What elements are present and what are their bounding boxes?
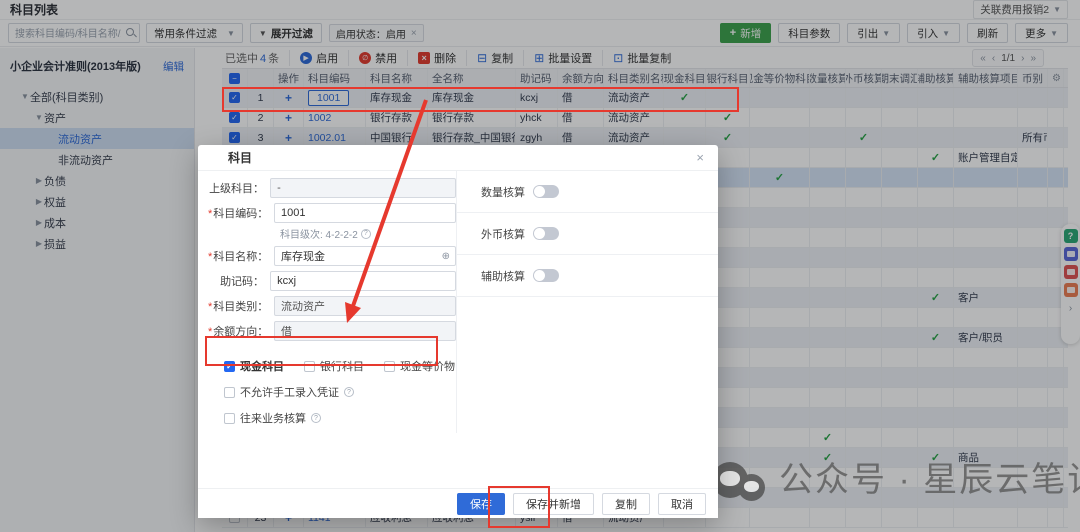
checkbox-银行科目[interactable]: 银行科目 [304,358,364,374]
toggle-knob [534,270,545,281]
button-取消[interactable]: 取消 [658,493,706,515]
toggle-switch[interactable] [533,269,559,282]
field-input-上级科目: - [270,178,456,198]
checkbox-往来业务核算[interactable]: 往来业务核算? [224,410,456,426]
field-input-余额方向: 借 [274,321,456,341]
checkbox-icon[interactable]: ✓ [224,361,235,372]
field-label: 助记码： [208,273,270,289]
field-label: 上级科目： [208,180,270,196]
field-input-科目类别: 流动资产 [274,296,456,316]
required-asterisk: * [208,301,212,313]
button-复制[interactable]: 复制 [602,493,650,515]
help-circle-icon[interactable]: ? [344,387,354,397]
modal-title: 科目 [228,149,252,166]
subject-modal: 科目 × 上级科目：- *科目编码：1001 科目级次: 4-2-2-2? *科目名称… [198,145,718,518]
toggle-switch[interactable] [533,185,559,198]
toggle-label: 数量核算 [481,184,525,200]
checkbox-不允许手工录入凭证[interactable]: 不允许手工录入凭证? [224,384,456,400]
required-asterisk: * [208,251,212,263]
field-input-助记码[interactable]: kcxj [270,271,456,291]
help-circle-icon[interactable]: ? [311,413,321,423]
save-button[interactable]: 保存 [457,493,505,515]
toggle-section-数量核算: 数量核算 [457,171,718,213]
checkbox-现金科目[interactable]: ✓ 现金科目 [224,358,284,374]
checkbox-label: 往来业务核算 [240,410,306,426]
checkbox-label: 现金等价物 [400,358,455,374]
toggle-section-外币核算: 外币核算 [457,213,718,255]
checkbox-icon[interactable] [384,361,395,372]
flag-checkbox-row: ✓ 现金科目 银行科目 现金等价物 [224,358,456,374]
field-label: *科目类别： [208,298,274,314]
toggle-section-辅助核算: 辅助核算 [457,255,718,297]
watermark-text: 公众号 · 星辰云笔记 [779,452,1080,501]
modal-field-科目编码: *科目编码：1001 [208,203,456,223]
modal-field-余额方向: *余额方向：借 [208,321,456,341]
field-label: *科目编码： [208,205,274,221]
field-helper: 科目级次: 4-2-2-2? [280,226,456,241]
app-root: 科目列表 关联费用报销2 ▼ 常用条件过滤 ▼ ▼ 展开过滤 启用状态：启用 ×… [0,0,1080,532]
field-label: *余额方向： [208,323,274,339]
modal-field-助记码: 助记码：kcxj [208,271,456,291]
modal-close-icon[interactable]: × [696,150,704,165]
checkbox-icon[interactable] [304,361,315,372]
required-asterisk: * [208,326,212,338]
checkbox-icon[interactable] [224,413,235,424]
button-保存并新增[interactable]: 保存并新增 [513,493,594,515]
required-asterisk: * [208,208,212,220]
toggle-label: 外币核算 [481,226,525,242]
help-circle-icon[interactable]: ? [361,229,371,239]
checkbox-label: 不允许手工录入凭证 [240,384,339,400]
modal-field-上级科目: 上级科目：- [208,178,456,198]
wechat-icon [738,474,765,501]
toggle-label: 辅助核算 [481,268,525,284]
modal-field-科目名称: *科目名称：库存现金⊕ [208,246,456,266]
globe-icon[interactable]: ⊕ [442,251,450,262]
checkbox-label: 现金科目 [240,358,284,374]
toggle-switch[interactable] [533,227,559,240]
checkbox-label: 银行科目 [320,358,364,374]
field-input-科目编码[interactable]: 1001 [274,203,456,223]
checkbox-icon[interactable] [224,387,235,398]
field-input-科目名称[interactable]: 库存现金⊕ [274,246,456,266]
toggle-knob [534,186,545,197]
field-label: *科目名称： [208,248,274,264]
toggle-knob [534,228,545,239]
watermark: 公众号 · 星辰云笔记 [712,452,1080,501]
modal-field-科目类别: *科目类别：流动资产 [208,296,456,316]
checkbox-现金等价物[interactable]: 现金等价物 [384,358,455,374]
